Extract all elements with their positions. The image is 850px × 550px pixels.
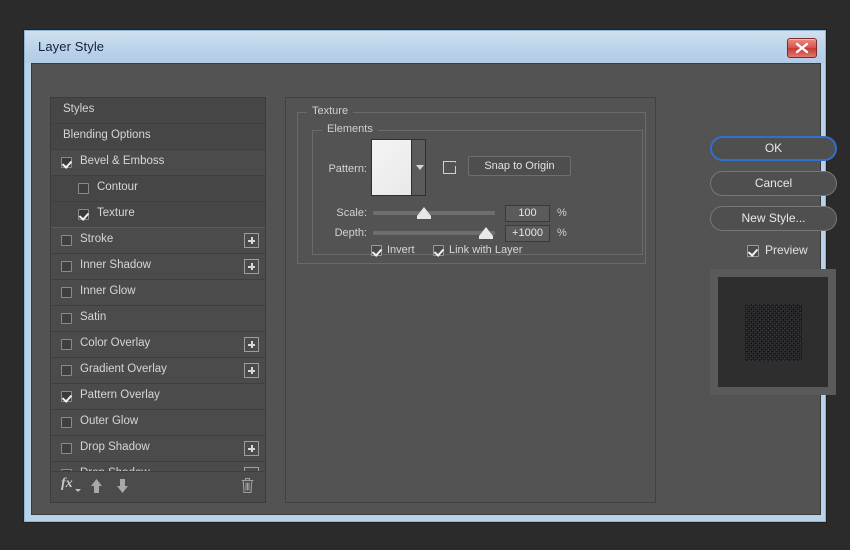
preview-texture-sample — [745, 304, 802, 361]
style-list-item-satin[interactable]: Satin — [51, 306, 265, 332]
style-enable-checkbox[interactable] — [61, 443, 72, 454]
scale-slider-handle[interactable] — [417, 207, 432, 219]
style-enable-checkbox[interactable] — [78, 209, 89, 220]
style-list-item-label: Styles — [63, 103, 95, 115]
style-list-item-label: Outer Glow — [80, 415, 139, 427]
window-title: Layer Style — [38, 39, 105, 54]
fx-dropdown-caret-icon[interactable] — [75, 489, 81, 492]
preview-thumbnail — [710, 269, 836, 395]
chevron-down-icon[interactable] — [412, 140, 425, 195]
title-bar[interactable]: Layer Style — [25, 31, 825, 63]
style-list-item-label: Drop Shadow — [80, 441, 150, 453]
cancel-button[interactable]: Cancel — [710, 171, 837, 196]
depth-value-input[interactable]: +1000 — [505, 225, 550, 242]
style-enable-checkbox[interactable] — [61, 261, 72, 272]
fx-icon[interactable]: fx — [61, 476, 73, 492]
style-enable-checkbox[interactable] — [61, 287, 72, 298]
style-list-item-pattern-overlay[interactable]: Pattern Overlay — [51, 384, 265, 410]
style-list-item-label: Gradient Overlay — [80, 363, 167, 375]
style-enable-checkbox[interactable] — [61, 365, 72, 376]
style-enable-checkbox[interactable] — [61, 391, 72, 402]
pattern-swatch[interactable] — [372, 140, 412, 195]
arrow-down-glyph — [117, 479, 128, 493]
new-preset-icon[interactable] — [443, 160, 457, 174]
depth-slider-track[interactable] — [373, 231, 495, 235]
add-effect-icon[interactable] — [244, 259, 259, 274]
depth-slider-handle[interactable] — [479, 227, 494, 239]
pattern-picker[interactable] — [371, 139, 426, 196]
style-list-item-inner-glow[interactable]: Inner Glow — [51, 280, 265, 306]
scale-slider-track[interactable] — [373, 211, 495, 215]
style-list-item-label: Texture — [97, 207, 135, 219]
style-list-item-blending-options[interactable]: Blending Options — [51, 124, 265, 150]
style-list-item-label: Color Overlay — [80, 337, 151, 349]
style-enable-checkbox[interactable] — [61, 313, 72, 324]
texture-group: Texture Elements Pattern: Snap to Origin… — [297, 105, 646, 264]
preview-checkbox-row[interactable]: Preview — [747, 243, 808, 257]
style-enable-checkbox[interactable] — [61, 157, 72, 168]
trash-icon[interactable] — [240, 477, 255, 499]
link-with-layer-checkbox[interactable] — [433, 245, 444, 256]
close-icon[interactable] — [787, 38, 817, 58]
style-list-item-label: Pattern Overlay — [80, 389, 160, 401]
texture-group-label: Texture — [307, 105, 354, 117]
preview-checkbox[interactable] — [747, 245, 759, 257]
style-list-item-label: Inner Glow — [80, 285, 136, 297]
invert-checkbox[interactable] — [371, 245, 382, 256]
depth-unit: % — [557, 227, 567, 239]
invert-checkbox-row[interactable]: Invert — [371, 244, 415, 256]
add-effect-icon[interactable] — [244, 441, 259, 456]
style-list-item-bevel-emboss[interactable]: Bevel & Emboss — [51, 150, 265, 176]
scale-value-input[interactable]: 100 — [505, 205, 550, 222]
new-style-button[interactable]: New Style... — [710, 206, 837, 231]
preview-canvas — [718, 277, 828, 387]
elements-group-label: Elements — [322, 123, 378, 135]
dialog-body: Styles Blending Options Bevel & Emboss Cont… — [31, 63, 837, 515]
style-list-item-label: Blending Options — [63, 129, 151, 141]
style-list-item-inner-shadow[interactable]: Inner Shadow — [51, 254, 265, 280]
style-list-item-label: Inner Shadow — [80, 259, 151, 271]
style-list-item-label: Bevel & Emboss — [80, 155, 165, 167]
scale-unit: % — [557, 207, 567, 219]
style-list-item-drop-shadow[interactable]: Drop Shadow — [51, 436, 265, 462]
texture-content-panel: Texture Elements Pattern: Snap to Origin… — [285, 97, 656, 503]
invert-label: Invert — [387, 244, 415, 256]
add-effect-icon[interactable] — [244, 337, 259, 352]
add-effect-icon[interactable] — [244, 233, 259, 248]
styles-list: Styles Blending Options Bevel & Emboss Cont… — [51, 98, 265, 488]
arrow-up-icon[interactable] — [89, 478, 104, 499]
depth-label: Depth: — [334, 227, 367, 239]
layer-style-dialog: Layer Style Styles Blending Options Bevel … — [24, 30, 837, 522]
style-list-item-stroke[interactable]: Stroke — [51, 228, 265, 254]
link-with-layer-checkbox-row[interactable]: Link with Layer — [433, 244, 522, 256]
elements-group: Elements Pattern: Snap to Origin Scale: … — [312, 123, 643, 256]
styles-list-panel: Styles Blending Options Bevel & Emboss Cont… — [50, 97, 266, 503]
style-list-item-label: Satin — [80, 311, 107, 323]
style-enable-checkbox[interactable] — [61, 339, 72, 350]
style-list-item-contour[interactable]: Contour — [51, 176, 265, 202]
add-effect-icon[interactable] — [244, 363, 259, 378]
style-enable-checkbox[interactable] — [78, 183, 89, 194]
arrow-up-glyph — [91, 479, 102, 493]
styles-toolbar: fx — [51, 471, 265, 502]
close-glyph — [795, 42, 809, 54]
ok-button[interactable]: OK — [710, 136, 837, 161]
style-list-item-color-overlay[interactable]: Color Overlay — [51, 332, 265, 358]
style-list-item-styles[interactable]: Styles — [51, 98, 265, 124]
trash-glyph — [241, 478, 254, 494]
style-list-item-gradient-overlay[interactable]: Gradient Overlay — [51, 358, 265, 384]
link-with-layer-label: Link with Layer — [449, 244, 523, 256]
preview-label: Preview — [765, 243, 808, 257]
snap-to-origin-button[interactable]: Snap to Origin — [468, 156, 571, 176]
scale-label: Scale: — [336, 207, 367, 219]
pattern-label: Pattern: — [328, 163, 367, 175]
style-list-item-texture[interactable]: Texture — [51, 202, 265, 228]
style-list-item-outer-glow[interactable]: Outer Glow — [51, 410, 265, 436]
arrow-down-icon[interactable] — [115, 478, 130, 499]
style-enable-checkbox[interactable] — [61, 235, 72, 246]
style-list-item-label: Contour — [97, 181, 138, 193]
style-enable-checkbox[interactable] — [61, 417, 72, 428]
style-list-item-label: Stroke — [80, 233, 114, 245]
